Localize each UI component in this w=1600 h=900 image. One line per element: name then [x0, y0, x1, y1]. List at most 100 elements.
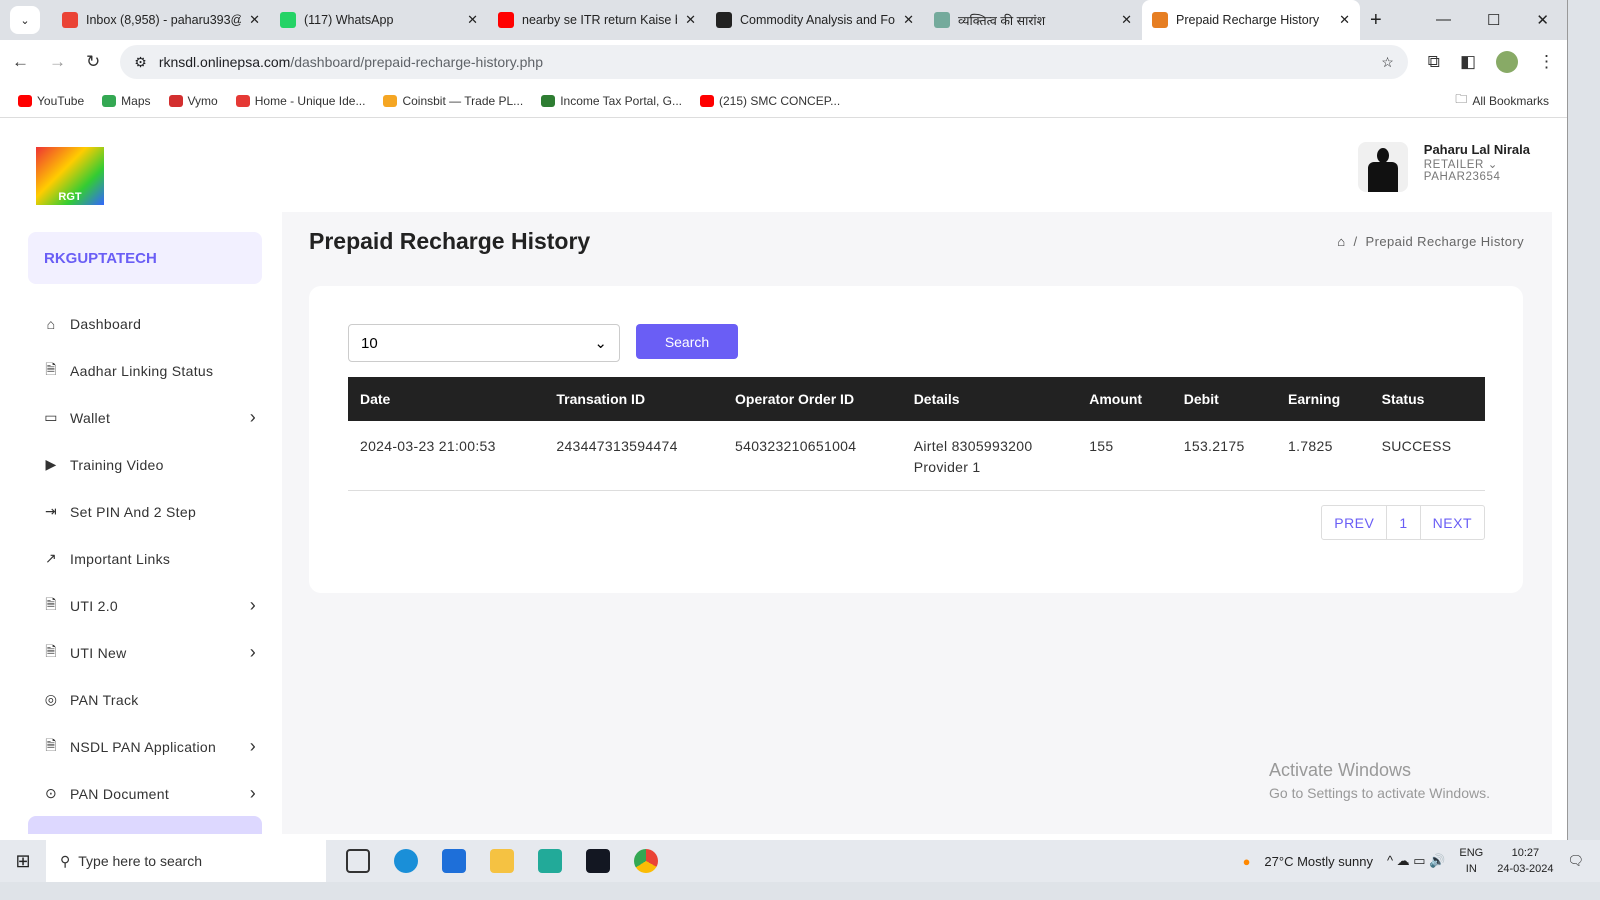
browser-tab[interactable]: व्यक्तित्व की सारांश ✕: [924, 0, 1142, 40]
bookmark[interactable]: Income Tax Portal, G...: [541, 94, 682, 108]
new-tab-button[interactable]: +: [1370, 9, 1382, 32]
site-icon: [1152, 12, 1168, 28]
bookmark-favicon-icon: [700, 94, 715, 107]
file-explorer-icon[interactable]: [490, 849, 514, 873]
app-icon[interactable]: [538, 849, 562, 873]
address-bar[interactable]: ⚙ rknsdl.onlinepsa.com/dashboard/prepaid…: [120, 45, 1408, 79]
sidebar-item[interactable]: ↗ Important Links: [8, 535, 282, 582]
top-bar: Paharu Lal Nirala RETAILER ⌄ PAHAR23654: [282, 120, 1552, 212]
minimize-icon[interactable]: —: [1436, 11, 1451, 29]
browser-tab[interactable]: Prepaid Recharge History ✕: [1142, 0, 1360, 40]
bookmark-label: Vymo: [187, 93, 218, 108]
search-button[interactable]: Search: [636, 324, 738, 359]
chevron-down-icon: ⌄: [594, 335, 607, 352]
site-info-icon[interactable]: ⚙: [134, 54, 147, 71]
side-panel-icon[interactable]: ◧: [1460, 52, 1476, 72]
prev-button[interactable]: PREV: [1322, 506, 1388, 539]
notification-icon[interactable]: 🗨: [1567, 853, 1584, 869]
user-role: RETAILER: [1423, 159, 1484, 171]
page-size-select[interactable]: 10 ⌄: [348, 324, 620, 362]
clock-date[interactable]: 24-03-2024: [1497, 861, 1553, 877]
back-icon[interactable]: ←: [12, 52, 29, 72]
lang-eng[interactable]: ENG: [1459, 845, 1483, 861]
column-header[interactable]: Date: [348, 377, 545, 421]
close-tab-icon[interactable]: ✕: [467, 12, 478, 28]
weather-text[interactable]: 27°C Mostly sunny: [1264, 854, 1373, 869]
mail-icon[interactable]: [442, 849, 466, 873]
reload-icon[interactable]: ↻: [86, 52, 100, 72]
page-1-button[interactable]: 1: [1387, 506, 1421, 539]
all-bookmarks[interactable]: 🗀 All Bookmarks: [1455, 90, 1549, 111]
column-header[interactable]: Amount: [1077, 377, 1172, 421]
profile-avatar[interactable]: [1496, 51, 1518, 73]
chevron-right-icon: ›: [249, 783, 256, 803]
forward-icon[interactable]: →: [49, 52, 66, 72]
breadcrumb-current: Prepaid Recharge History: [1365, 234, 1524, 249]
column-header[interactable]: Earning: [1276, 377, 1370, 421]
close-tab-icon[interactable]: ✕: [1339, 12, 1350, 28]
column-header[interactable]: Status: [1369, 377, 1485, 421]
next-button[interactable]: NEXT: [1421, 506, 1484, 539]
clock-time[interactable]: 10:27: [1497, 845, 1553, 861]
tradingview-icon[interactable]: [586, 849, 610, 873]
lang-in[interactable]: IN: [1459, 861, 1483, 877]
close-tab-icon[interactable]: ✕: [1121, 12, 1132, 28]
close-window-icon[interactable]: ✕: [1536, 11, 1549, 29]
bookmark[interactable]: YouTube: [18, 94, 84, 108]
sidebar-item[interactable]: ⇥ Set PIN And 2 Step: [8, 488, 282, 535]
tray-icons[interactable]: ^ ☁ ▭ 🔊: [1387, 853, 1445, 869]
sidebar-item-label: NSDL PAN Application: [70, 738, 217, 755]
bookmark[interactable]: Maps: [102, 93, 151, 108]
bookmark-favicon-icon: [541, 94, 556, 107]
browser-tab[interactable]: Commodity Analysis and For ✕: [706, 0, 924, 40]
chrome-icon[interactable]: [634, 849, 658, 873]
chevron-down-icon[interactable]: ⌄: [1488, 159, 1498, 171]
column-header[interactable]: Details: [901, 377, 1078, 421]
sidebar-item-active[interactable]: [28, 816, 262, 834]
browser-tab[interactable]: (117) WhatsApp ✕: [270, 0, 488, 40]
bookmark-favicon-icon: [383, 94, 398, 107]
taskbar-search[interactable]: ⚲ Type here to search: [46, 840, 326, 882]
extensions-icon[interactable]: ⧉: [1428, 52, 1440, 72]
youtube-icon: [498, 12, 514, 28]
close-tab-icon[interactable]: ✕: [903, 12, 914, 28]
column-header[interactable]: Transation ID: [544, 377, 724, 421]
logo[interactable]: RGT: [36, 147, 104, 205]
bookmark[interactable]: (215) SMC CONCEP...: [700, 94, 840, 108]
browser-tab[interactable]: Inbox (8,958) - paharu393@g ✕: [52, 0, 270, 40]
bookmark[interactable]: Coinsbit — Trade PL...: [383, 94, 523, 108]
sidebar-item[interactable]: ⊙ PAN Document ›: [8, 770, 282, 817]
watermark-line2: Go to Settings to activate Windows.: [1269, 785, 1490, 801]
star-icon[interactable]: ☆: [1381, 54, 1394, 71]
maximize-icon[interactable]: ☐: [1487, 11, 1500, 29]
sidebar-item[interactable]: 🗎 UTI 2.0 ›: [8, 582, 282, 629]
activate-windows-watermark: Activate Windows Go to Settings to activ…: [1269, 760, 1490, 801]
task-view-icon[interactable]: [346, 849, 370, 873]
bookmark[interactable]: Vymo: [168, 93, 218, 108]
tab-title: Inbox (8,958) - paharu393@g: [86, 13, 242, 27]
bookmark-label: Maps: [121, 93, 151, 108]
sidebar-item-icon: 🗎: [45, 595, 57, 612]
menu-icon[interactable]: ⋮: [1538, 52, 1555, 72]
sidebar-item-icon: ▭: [44, 409, 58, 425]
browser-tab[interactable]: nearby se ITR return Kaise bh ✕: [488, 0, 706, 40]
sidebar-item[interactable]: 🗎 UTI New ›: [8, 629, 282, 676]
weather-icon[interactable]: ●: [1243, 854, 1251, 869]
sidebar-item[interactable]: ▶ Training Video: [8, 441, 282, 488]
sidebar-item[interactable]: ▭ Wallet ›: [8, 394, 282, 441]
sidebar-item[interactable]: 🗎 Aadhar Linking Status: [8, 347, 282, 394]
column-header[interactable]: Debit: [1171, 377, 1277, 421]
home-icon[interactable]: ⌂: [1337, 234, 1345, 249]
user-menu[interactable]: Paharu Lal Nirala RETAILER ⌄ PAHAR23654: [1357, 142, 1530, 192]
sidebar-item-label: Training Video: [70, 456, 164, 473]
tab-search-button[interactable]: ⌄: [10, 6, 40, 34]
sidebar-item[interactable]: ◎ PAN Track: [8, 676, 282, 723]
bookmark[interactable]: Home - Unique Ide...: [235, 94, 365, 108]
close-tab-icon[interactable]: ✕: [685, 12, 696, 28]
edge-icon[interactable]: [394, 849, 418, 873]
close-tab-icon[interactable]: ✕: [249, 12, 260, 28]
sidebar-item[interactable]: ⌂ Dashboard: [8, 300, 282, 347]
windows-start-icon[interactable]: ⊞: [0, 851, 46, 872]
column-header[interactable]: Operator Order ID: [723, 377, 902, 421]
sidebar-item[interactable]: 🗎 NSDL PAN Application ›: [8, 723, 282, 770]
